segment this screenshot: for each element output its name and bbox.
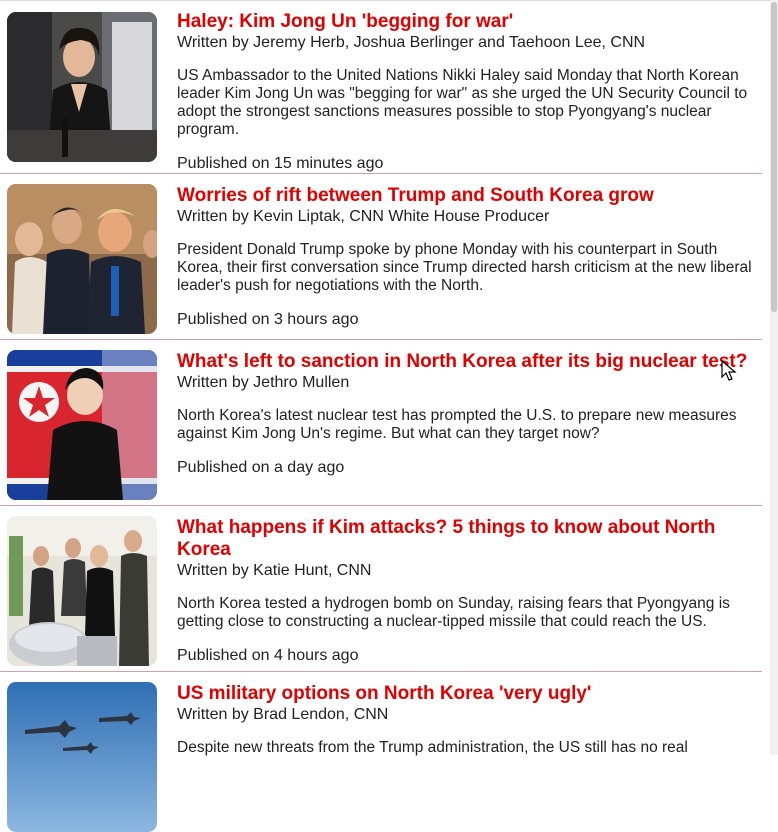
article-published: Published on 4 hours ago xyxy=(177,647,359,664)
article-thumbnail[interactable] xyxy=(7,350,157,500)
news-feed: Haley: Kim Jong Un 'begging for war' Wri… xyxy=(0,0,762,832)
article-summary: North Korea tested a hydrogen bomb on Su… xyxy=(177,595,730,630)
article-author: Written by Jeremy Herb, Joshua Berlinger… xyxy=(177,34,646,51)
article-title-link[interactable]: Haley: Kim Jong Un 'begging for war' xyxy=(177,11,762,33)
bombers-photo-image xyxy=(7,682,157,832)
article-title-link[interactable]: What's left to sanction in North Korea a… xyxy=(177,351,762,373)
article-title-link[interactable]: Worries of rift between Trump and South … xyxy=(177,185,762,207)
article-summary: North Korea's latest nuclear test has pr… xyxy=(177,407,737,442)
article-title-link[interactable]: US military options on North Korea 'very… xyxy=(177,683,762,705)
mouse-pointer-icon xyxy=(721,360,737,381)
article-title-link[interactable]: What happens if Kim attacks? 5 things to… xyxy=(177,517,762,561)
article-thumbnail[interactable] xyxy=(7,184,157,334)
article-thumbnail[interactable] xyxy=(7,516,157,666)
article-card: Haley: Kim Jong Un 'begging for war' Wri… xyxy=(0,0,762,174)
inspection-photo-image xyxy=(7,516,157,666)
article-author: Written by Katie Hunt, CNN xyxy=(177,562,372,579)
article-author: Written by Jethro Mullen xyxy=(177,374,350,391)
vertical-scrollbar[interactable] xyxy=(770,0,778,755)
article-card: What happens if Kim attacks? 5 things to… xyxy=(0,506,762,672)
scrollbar-thumb[interactable] xyxy=(771,2,777,312)
article-summary: US Ambassador to the United Nations Nikk… xyxy=(177,67,748,138)
article-thumbnail[interactable] xyxy=(7,12,157,162)
article-author: Written by Kevin Liptak, CNN White House… xyxy=(177,208,550,225)
article-published: Published on a day ago xyxy=(177,459,345,476)
speaker-photo-image xyxy=(7,12,157,162)
article-summary: Despite new threats from the Trump admin… xyxy=(177,739,688,756)
article-card: US military options on North Korea 'very… xyxy=(0,672,762,832)
article-thumbnail[interactable] xyxy=(7,682,157,832)
article-author: Written by Brad Lendon, CNN xyxy=(177,706,389,723)
article-summary: President Donald Trump spoke by phone Mo… xyxy=(177,241,752,294)
article-card: What's left to sanction in North Korea a… xyxy=(0,340,762,506)
article-card: Worries of rift between Trump and South … xyxy=(0,174,762,340)
article-published: Published on 15 minutes ago xyxy=(177,155,384,172)
article-published: Published on 3 hours ago xyxy=(177,311,359,328)
flag-collage-image xyxy=(7,350,157,500)
leaders-photo-image xyxy=(7,184,157,334)
